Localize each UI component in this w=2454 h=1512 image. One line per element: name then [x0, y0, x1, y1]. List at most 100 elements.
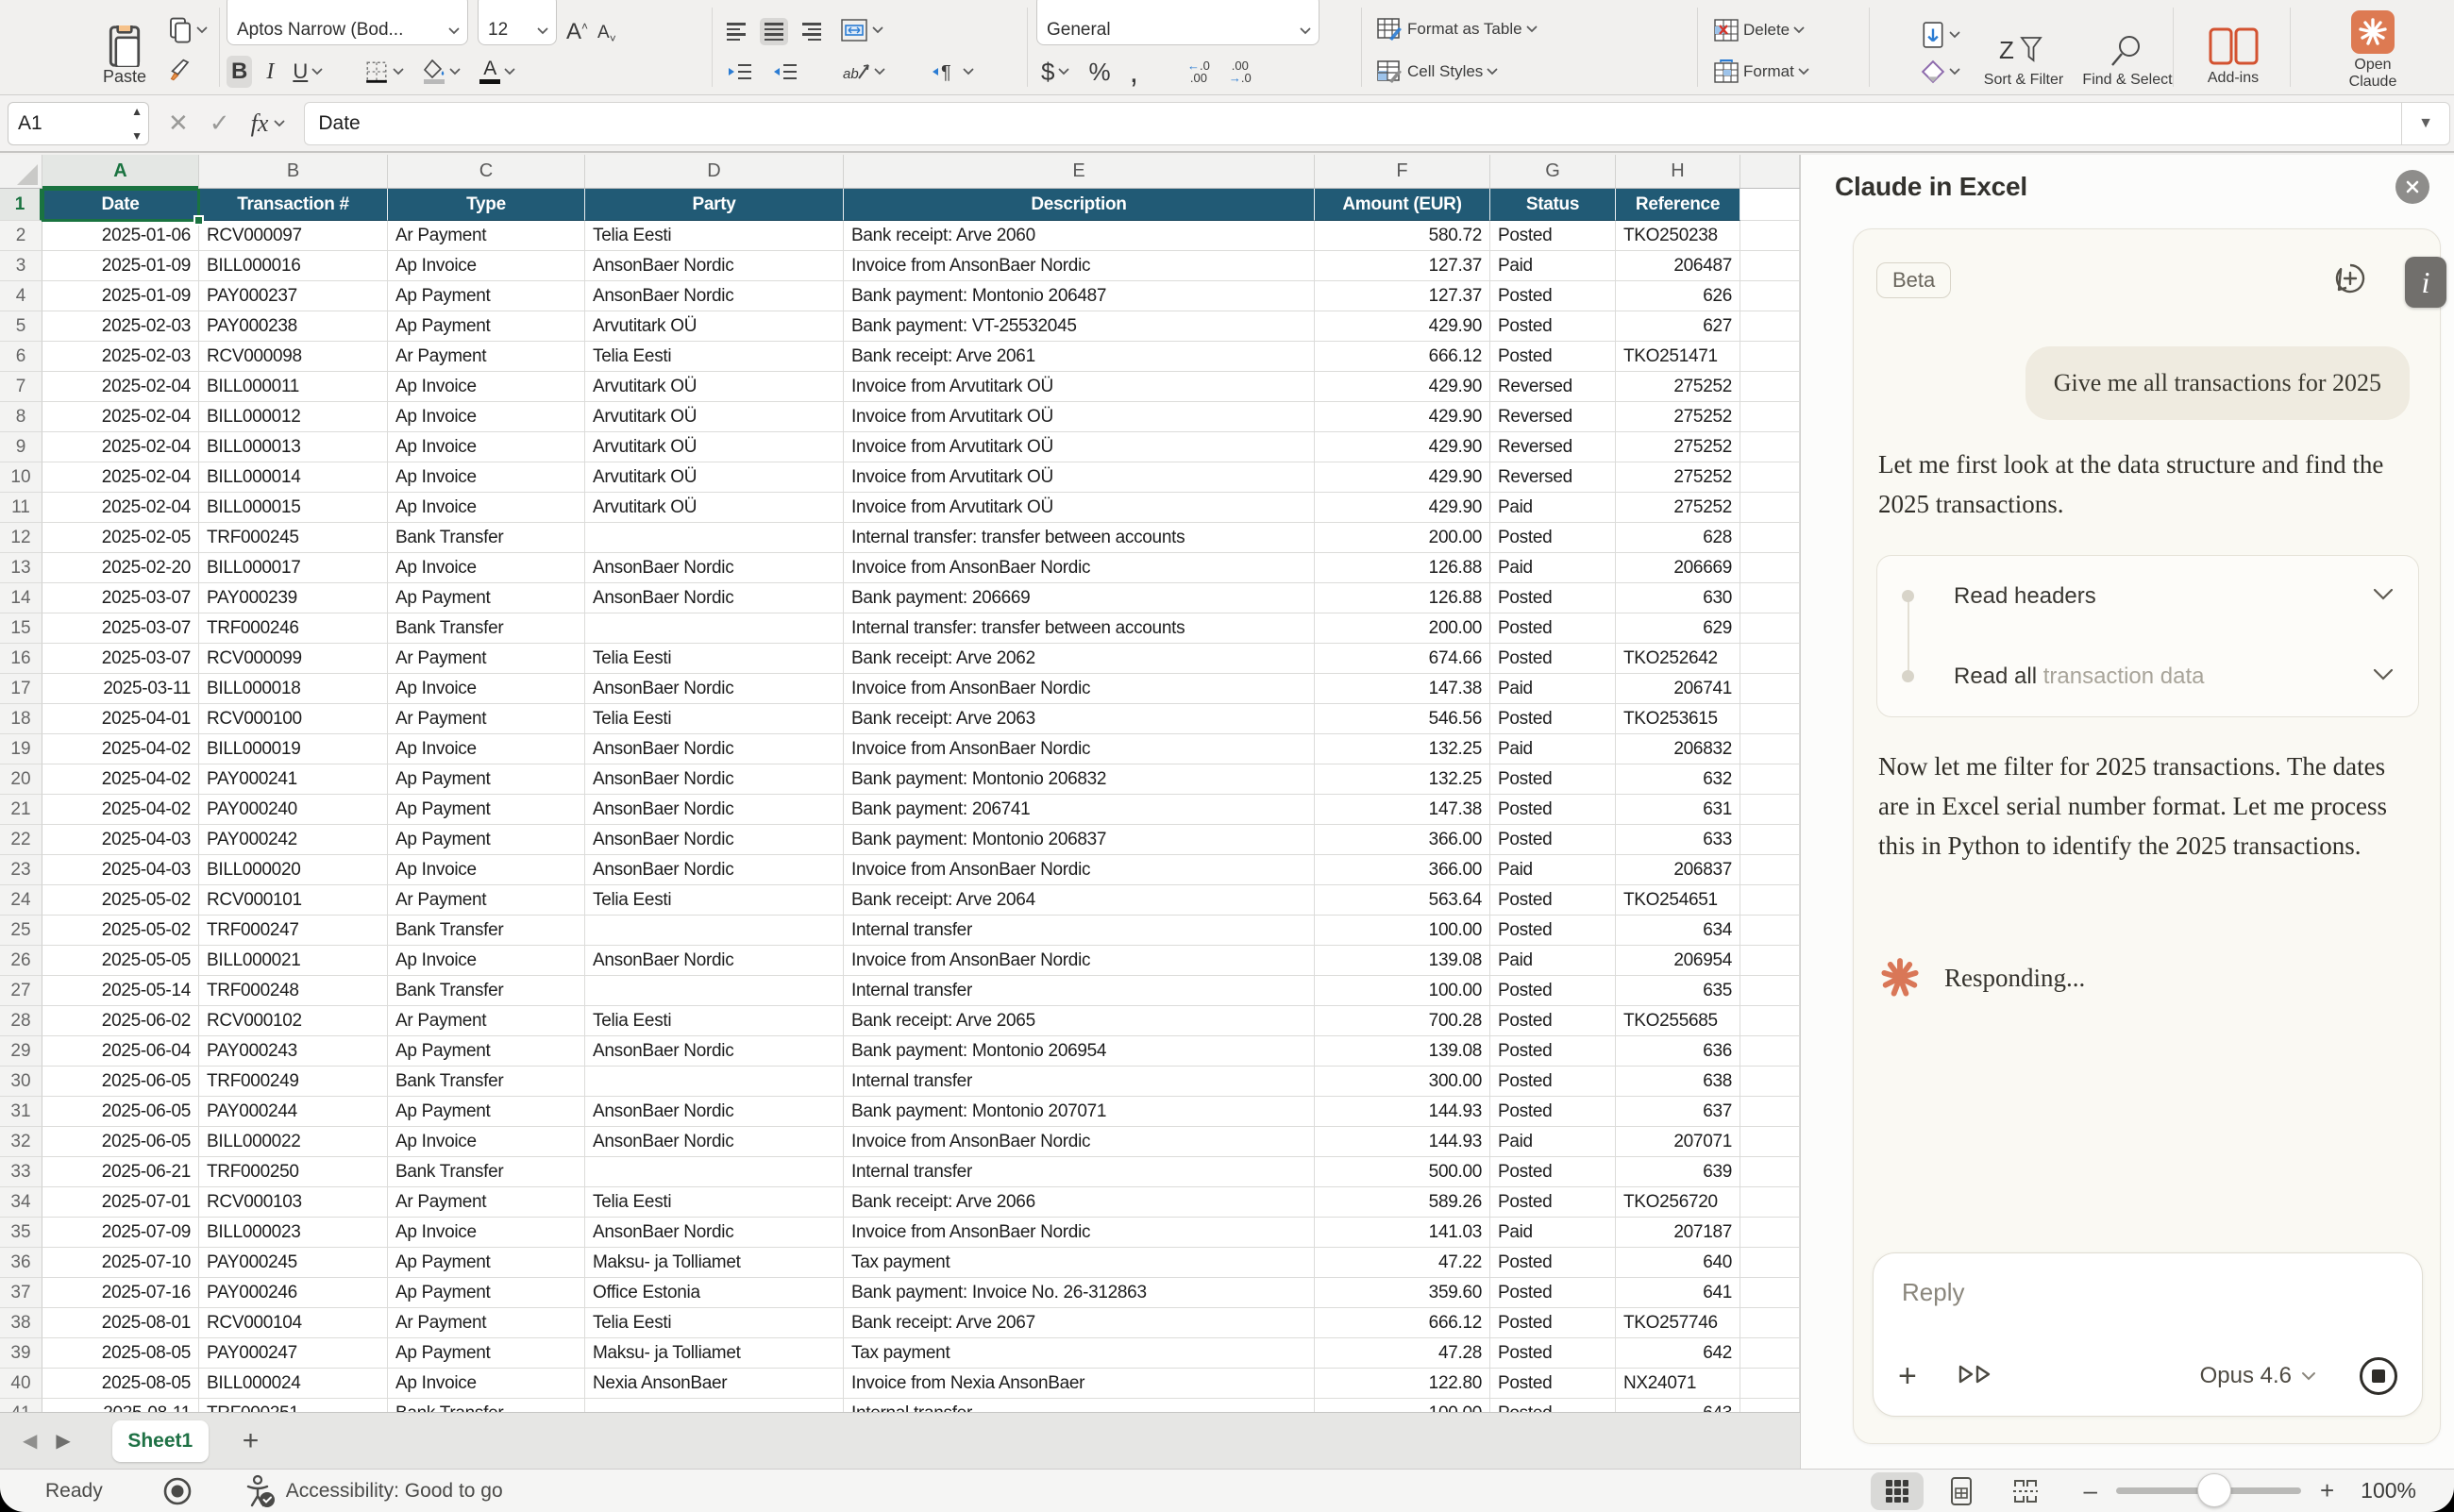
new-chat-button[interactable] [2333, 261, 2367, 300]
cell[interactable] [1740, 1369, 1800, 1399]
cell[interactable]: TRF000250 [199, 1157, 388, 1187]
column-header-h[interactable]: H [1616, 155, 1740, 188]
cell[interactable]: 2025-08-05 [42, 1338, 199, 1369]
cell[interactable]: 200.00 [1315, 613, 1490, 644]
cell[interactable]: Bank Transfer [388, 976, 585, 1006]
cell[interactable]: Invoice from AnsonBaer Nordic [844, 1127, 1315, 1157]
row-number[interactable]: 36 [0, 1248, 42, 1278]
cell[interactable]: Reversed [1490, 462, 1616, 493]
font-color-button[interactable]: A [475, 57, 520, 87]
cell[interactable]: Office Estonia [585, 1278, 844, 1308]
cell[interactable]: Ap Payment [388, 795, 585, 825]
cell[interactable]: 580.72 [1315, 221, 1490, 251]
cell[interactable]: Maksu- ja Tolliamet [585, 1248, 844, 1278]
cell[interactable]: Posted [1490, 342, 1616, 372]
cell[interactable]: Bank receipt: Arve 2065 [844, 1006, 1315, 1036]
cell[interactable]: Posted [1490, 795, 1616, 825]
cell[interactable]: 359.60 [1315, 1278, 1490, 1308]
cell[interactable]: Ap Invoice [388, 734, 585, 764]
row-number[interactable]: 31 [0, 1097, 42, 1127]
cell[interactable]: 2025-01-09 [42, 281, 199, 311]
orientation-button[interactable]: ab [837, 57, 890, 87]
row-number[interactable]: 17 [0, 674, 42, 704]
cell[interactable]: Invoice from AnsonBaer Nordic [844, 553, 1315, 583]
cell[interactable]: 275252 [1616, 402, 1740, 432]
cell[interactable]: 638 [1616, 1067, 1740, 1097]
cell[interactable]: Posted [1490, 1338, 1616, 1369]
cell[interactable]: Posted [1490, 583, 1616, 613]
cell[interactable]: AnsonBaer Nordic [585, 795, 844, 825]
cell[interactable]: 100.00 [1315, 916, 1490, 946]
cell[interactable]: 2025-04-01 [42, 704, 199, 734]
cell[interactable]: BILL000014 [199, 462, 388, 493]
cell[interactable]: TKO253615 [1616, 704, 1740, 734]
row-number[interactable]: 4 [0, 281, 42, 311]
cell[interactable]: 2025-06-05 [42, 1067, 199, 1097]
row-number[interactable]: 10 [0, 462, 42, 493]
cell[interactable]: AnsonBaer Nordic [585, 1097, 844, 1127]
comma-button[interactable]: , [1125, 59, 1143, 84]
cell[interactable]: Invoice from AnsonBaer Nordic [844, 734, 1315, 764]
cell[interactable]: 139.08 [1315, 946, 1490, 976]
select-all-corner[interactable] [0, 155, 42, 188]
column-header-d[interactable]: D [585, 155, 844, 188]
increase-indent-button[interactable] [767, 58, 803, 86]
find-select-button[interactable]: Find & Select [2082, 42, 2173, 94]
cell[interactable]: Paid [1490, 855, 1616, 885]
cell[interactable]: Tax payment [844, 1248, 1315, 1278]
cell[interactable]: Bank payment: VT-25532045 [844, 311, 1315, 342]
cell[interactable]: Arvutitark OÜ [585, 432, 844, 462]
row-number[interactable]: 14 [0, 583, 42, 613]
cell[interactable]: Posted [1490, 523, 1616, 553]
cell[interactable]: 642 [1616, 1338, 1740, 1369]
cell[interactable]: BILL000023 [199, 1218, 388, 1248]
cell[interactable] [1740, 916, 1800, 946]
cell[interactable]: 207187 [1616, 1218, 1740, 1248]
macro-record-icon[interactable] [161, 1475, 193, 1507]
row-number[interactable]: 11 [0, 493, 42, 523]
cell[interactable] [585, 523, 844, 553]
cell[interactable]: Internal transfer [844, 1157, 1315, 1187]
cell[interactable]: 2025-07-16 [42, 1278, 199, 1308]
row-number[interactable]: 3 [0, 251, 42, 281]
cell[interactable]: 2025-08-11 [42, 1399, 199, 1412]
format-painter-button[interactable] [163, 53, 212, 85]
cell[interactable]: 2025-02-04 [42, 372, 199, 402]
cell[interactable]: RCV000104 [199, 1308, 388, 1338]
cell[interactable] [1740, 1338, 1800, 1369]
cell[interactable]: 206741 [1616, 674, 1740, 704]
row-number[interactable]: 2 [0, 221, 42, 251]
cell[interactable]: Telia Eesti [585, 704, 844, 734]
row-number[interactable]: 9 [0, 432, 42, 462]
cell[interactable]: Ap Invoice [388, 493, 585, 523]
cell[interactable] [1740, 1067, 1800, 1097]
cell[interactable]: Paid [1490, 1127, 1616, 1157]
cell[interactable]: Ap Invoice [388, 855, 585, 885]
cell[interactable]: PAY000242 [199, 825, 388, 855]
sheet-nav-right-icon[interactable]: ▶ [46, 1429, 79, 1453]
insert-function-icon[interactable]: fx [251, 109, 269, 138]
cell[interactable] [1740, 1187, 1800, 1218]
formula-bar-expand-icon[interactable]: ▼ [2401, 102, 2450, 145]
fill-button[interactable] [1916, 19, 1965, 51]
cell[interactable]: Ap Invoice [388, 462, 585, 493]
cell[interactable]: 626 [1616, 281, 1740, 311]
cell[interactable]: Bank receipt: Arve 2064 [844, 885, 1315, 916]
cell[interactable]: PAY000240 [199, 795, 388, 825]
cell[interactable]: 2025-06-05 [42, 1097, 199, 1127]
row-number[interactable]: 41 [0, 1399, 42, 1412]
paste-button[interactable]: Paste [103, 35, 146, 94]
cell[interactable]: Invoice from AnsonBaer Nordic [844, 1218, 1315, 1248]
cell[interactable]: 100.00 [1315, 1399, 1490, 1412]
cell[interactable]: TKO252642 [1616, 644, 1740, 674]
row-number[interactable]: 34 [0, 1187, 42, 1218]
reply-input[interactable]: Reply + Opus 4.6 [1873, 1252, 2423, 1417]
cell[interactable]: Bank Transfer [388, 916, 585, 946]
column-header-e[interactable]: E [844, 155, 1315, 188]
cell[interactable]: 589.26 [1315, 1187, 1490, 1218]
cell[interactable]: 2025-05-02 [42, 916, 199, 946]
row-number[interactable]: 12 [0, 523, 42, 553]
fill-color-button[interactable] [418, 57, 465, 87]
confirm-entry-icon[interactable]: ✓ [210, 109, 230, 138]
cell[interactable]: 546.56 [1315, 704, 1490, 734]
